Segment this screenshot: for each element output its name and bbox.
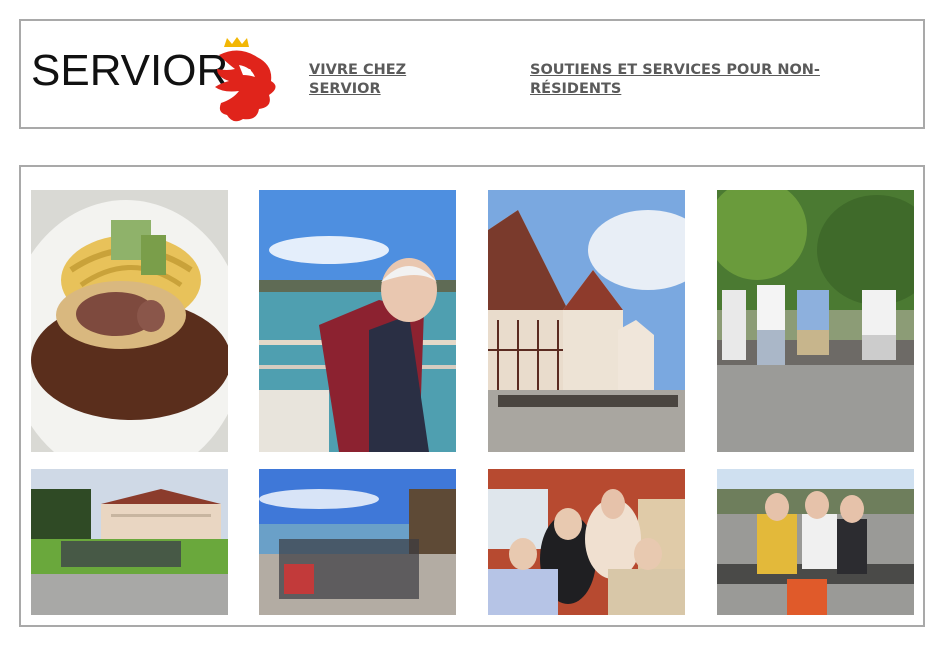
gallery-photo-lakeview[interactable]: [259, 469, 456, 615]
food-photo-image: [31, 190, 228, 452]
forest-group-photo-image: [717, 190, 914, 452]
lakeview-photo-image: [259, 469, 456, 615]
servior-logo[interactable]: SERVIOR: [31, 35, 281, 125]
gallery-photo-boat[interactable]: [259, 190, 456, 452]
gallery-photo-town[interactable]: [488, 190, 685, 452]
gallery-photo-restaurant[interactable]: [488, 469, 685, 615]
gallery-photo-forest-group[interactable]: [717, 190, 914, 452]
photo-gallery: [19, 165, 925, 627]
lion-icon: [215, 37, 276, 122]
gallery-photo-palace[interactable]: [31, 469, 228, 615]
palace-photo-image: [31, 469, 228, 615]
restaurant-photo-image: [488, 469, 685, 615]
nav-link-soutiens-services[interactable]: SOUTIENS ET SERVICES POUR NON-RÉSIDENTS: [530, 61, 850, 99]
harbor-photo-image: [717, 469, 914, 615]
gallery-photo-food[interactable]: [31, 190, 228, 452]
boat-photo-image: [259, 190, 456, 452]
gallery-photo-harbor[interactable]: [717, 469, 914, 615]
nav-link-vivre-chez-servior[interactable]: VIVRE CHEZ SERVIOR: [309, 61, 449, 99]
town-photo-image: [488, 190, 685, 452]
site-header: SERVIOR VIVRE CHEZ SERVIOR SOUTIENS ET S…: [19, 19, 925, 129]
